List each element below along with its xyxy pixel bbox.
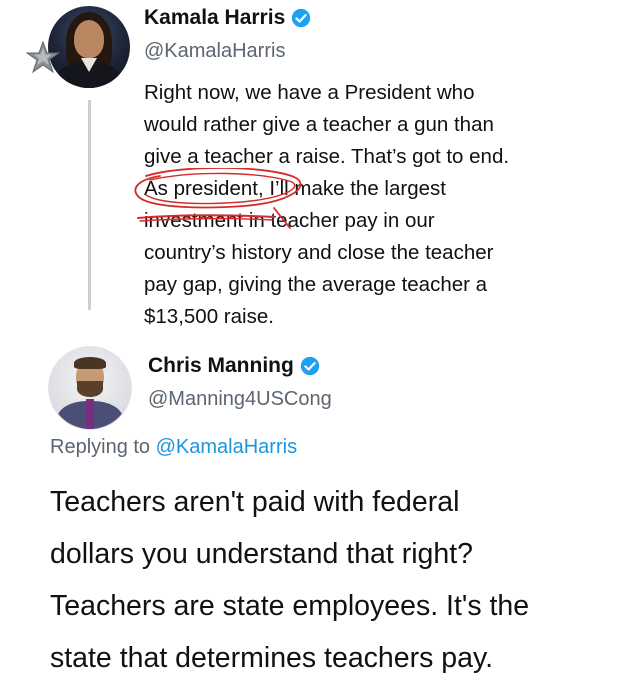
replying-to-mention-link[interactable]: @KamalaHarris <box>156 436 297 458</box>
avatar[interactable] <box>48 346 132 430</box>
author-handle[interactable]: @Manning4USCong <box>148 388 332 411</box>
avatar-face <box>74 20 104 58</box>
tweet-text-line: pay gap, giving the average teacher a <box>144 273 488 296</box>
tweet-text-line: would rather give a teacher a gun than <box>144 113 494 136</box>
tweet-text: Teachers aren't paid with federal dollar… <box>50 476 616 684</box>
tweet-text-line: Right now, we have a President who <box>144 81 475 104</box>
tweet-text-line: country’s history and close the teacher <box>144 241 494 264</box>
thread-connector-line <box>88 100 91 310</box>
tweet-text-line: dollars you understand that right? <box>50 538 474 570</box>
author-name-row[interactable]: Chris Manning <box>148 354 320 378</box>
tweet-text-line: state that determines teachers pay. <box>50 642 494 674</box>
author-name[interactable]: Kamala Harris <box>144 6 285 30</box>
tweet-kamala-harris[interactable]: Kamala Harris @KamalaHarris Right now, w… <box>0 0 618 345</box>
star-icon <box>26 40 60 74</box>
avatar-hair <box>74 357 106 369</box>
avatar-beard <box>77 381 103 397</box>
tweet-text-line: Teachers are state employees. It's the <box>50 590 530 622</box>
author-name-row[interactable]: Kamala Harris <box>144 6 311 30</box>
replying-to-line: Replying to @KamalaHarris <box>50 436 297 459</box>
tweet-text-line: Teachers aren't paid with federal <box>50 486 460 518</box>
avatar-tie <box>86 399 94 429</box>
author-name[interactable]: Chris Manning <box>148 354 294 378</box>
replying-to-prefix: Replying to <box>50 436 151 458</box>
tweet-text-line: As president, I’ll make the largest <box>144 177 446 200</box>
verified-badge-icon <box>300 356 320 376</box>
tweet-text-line: $13,500 raise. <box>144 305 274 328</box>
tweet-text-line: investment in teacher pay in our <box>144 209 435 232</box>
tweet-text-line: give a teacher a raise. That’s got to en… <box>144 145 510 168</box>
tweet-text: Right now, we have a President who would… <box>144 77 614 333</box>
tweet-chris-manning[interactable]: Chris Manning @Manning4USCong Replying t… <box>0 340 618 678</box>
avatar[interactable] <box>48 6 130 88</box>
verified-badge-icon <box>292 8 311 28</box>
author-handle[interactable]: @KamalaHarris <box>144 40 285 63</box>
